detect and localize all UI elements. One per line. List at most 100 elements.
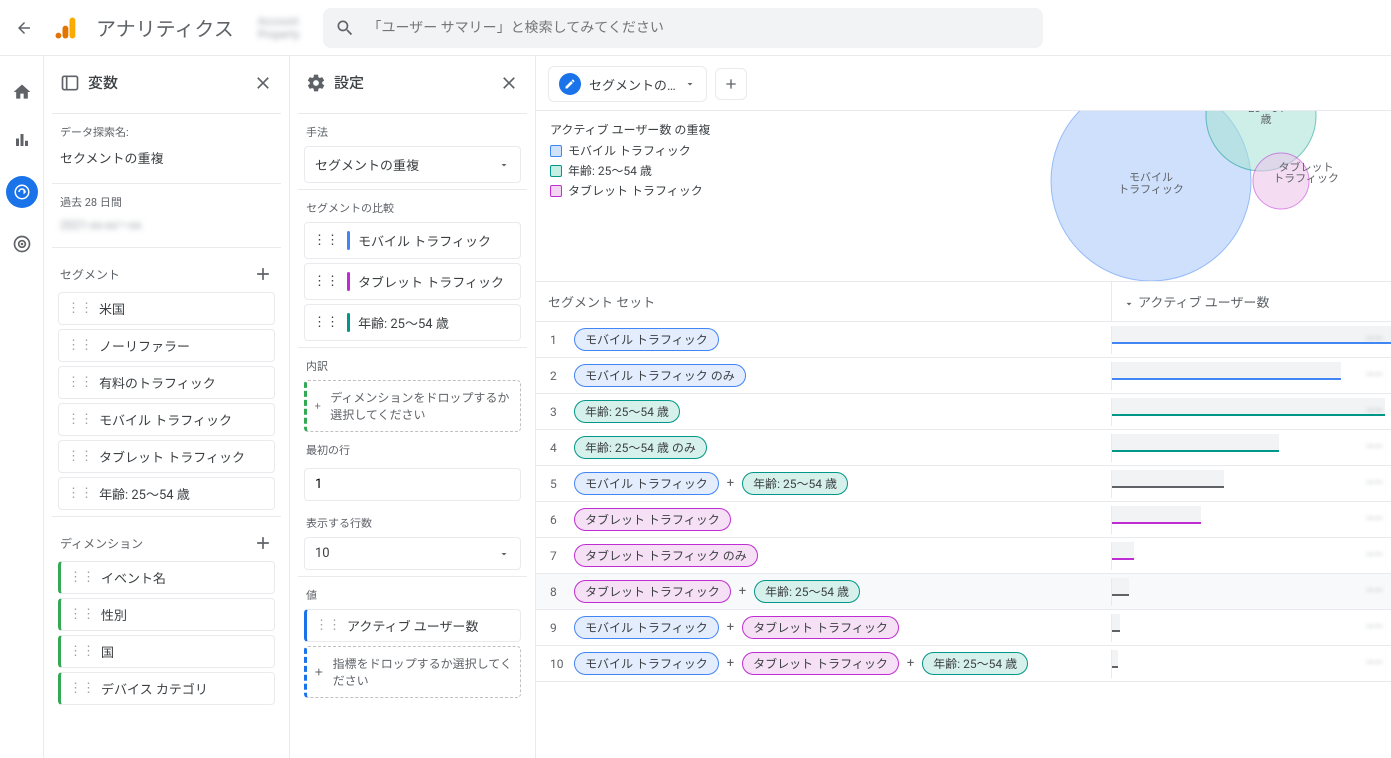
chip-label: デバイス カテゴリ	[101, 679, 208, 698]
chip-label: 米国	[99, 299, 125, 318]
chip-label: 国	[101, 642, 114, 661]
drag-handle-icon: ⋮⋮	[69, 681, 95, 696]
row-index: 2	[536, 361, 570, 391]
table-header-value[interactable]: アクティブ ユーザー数	[1111, 282, 1391, 321]
legend-item[interactable]: タブレット トラフィック	[550, 182, 710, 199]
table-row[interactable]: 2モバイル トラフィック のみ——	[536, 358, 1391, 394]
row-value-cell: ——	[1111, 614, 1391, 642]
metric-chip[interactable]: ⋮⋮ アクティブ ユーザー数	[304, 609, 521, 642]
row-set-cell: モバイル トラフィック のみ	[570, 358, 1111, 393]
dimension-chip[interactable]: ⋮⋮ デバイス カテゴリ	[58, 672, 275, 705]
product-name: アナリティクス	[96, 13, 234, 42]
variables-title: 変数	[88, 72, 118, 93]
segment-chip[interactable]: ⋮⋮有料のトラフィック	[58, 366, 275, 399]
explore-icon	[13, 183, 31, 201]
table-row[interactable]: 8タブレット トラフィック+年齢: 25～54 歳——	[536, 574, 1391, 610]
technique-select[interactable]: セグメントの重複	[304, 146, 521, 183]
row-value-cell: ——	[1111, 470, 1391, 498]
dimension-chip[interactable]: ⋮⋮性別	[58, 598, 275, 631]
dimension-chip[interactable]: ⋮⋮イベント名	[58, 561, 275, 594]
segment-chip[interactable]: ⋮⋮米国	[58, 292, 275, 325]
arrow-left-icon	[15, 19, 33, 37]
date-range-value: 2021-xx-xx〜xx	[52, 214, 281, 241]
table-row[interactable]: 6タブレット トラフィック——	[536, 502, 1391, 538]
row-set-cell: タブレット トラフィック+年齢: 25～54 歳	[570, 574, 1111, 609]
row-index: 4	[536, 433, 570, 463]
segment-pill: モバイル トラフィック のみ	[574, 364, 746, 387]
nav-advertise[interactable]	[10, 232, 34, 256]
table-row[interactable]: 3年齢: 25～54 歳——	[536, 394, 1391, 430]
edit-tab-icon	[559, 73, 581, 95]
analytics-logo-icon	[52, 14, 80, 42]
tab-bar: セグメントの…	[536, 56, 1391, 111]
compare-segment-chip[interactable]: ⋮⋮年齢: 25～54 歳	[304, 304, 521, 341]
segment-pill: モバイル トラフィック	[574, 616, 719, 639]
chart-legend: アクティブ ユーザー数 の重複 モバイル トラフィック年齢: 25～54 歳タブ…	[536, 111, 724, 281]
venn-diagram[interactable]: モバイルトラフィック 年齢:25～54歳 タブレットトラフィック	[1041, 111, 1361, 281]
firstrow-input[interactable]	[304, 468, 521, 501]
compare-segment-chip[interactable]: ⋮⋮モバイル トラフィック	[304, 222, 521, 259]
explore-name[interactable]: セクメントの重複	[52, 146, 281, 177]
row-value-cell: ——	[1111, 506, 1391, 534]
nav-reports[interactable]	[10, 128, 34, 152]
account-picker[interactable]: Account Property	[258, 15, 300, 41]
add-segment-button[interactable]	[253, 264, 273, 284]
segment-chip[interactable]: ⋮⋮年齢: 25～54 歳	[58, 477, 275, 510]
settings-panel: 設定 手法 セグメントの重複 セグメントの比較 ⋮⋮モバイル トラフィック⋮⋮タ…	[290, 56, 536, 758]
table-row[interactable]: 7タブレット トラフィック のみ——	[536, 538, 1391, 574]
date-range-label[interactable]: 過去 28 日間	[52, 190, 281, 214]
firstrow-label: 最初の行	[306, 442, 519, 458]
legend-item[interactable]: 年齢: 25～54 歳	[550, 162, 710, 179]
chip-label: イベント名	[101, 568, 166, 587]
drag-handle-icon: ⋮⋮	[67, 412, 93, 427]
chip-label: タブレット トラフィック	[358, 272, 504, 291]
chip-label: 年齢: 25～54 歳	[358, 313, 449, 332]
legend-label: モバイル トラフィック	[568, 142, 691, 159]
drag-handle-icon: ⋮⋮	[315, 618, 341, 633]
chevron-down-icon	[684, 78, 696, 90]
plus-separator: +	[725, 656, 736, 671]
segment-chip[interactable]: ⋮⋮ノーリファラー	[58, 329, 275, 362]
table-row[interactable]: 5モバイル トラフィック+年齢: 25～54 歳——	[536, 466, 1391, 502]
nav-home[interactable]	[10, 80, 34, 104]
main-canvas: セグメントの… アクティブ ユーザー数 の重複 モバイル トラフィック年齢: 2…	[536, 56, 1391, 758]
table-header-set[interactable]: セグメント セット	[536, 282, 1111, 321]
metric-dropzone[interactable]: 指標をドロップするか選択してください	[304, 646, 521, 698]
row-set-cell: モバイル トラフィック+年齢: 25～54 歳	[570, 466, 1111, 501]
segment-chip[interactable]: ⋮⋮モバイル トラフィック	[58, 403, 275, 436]
nav-explore[interactable]	[6, 176, 38, 208]
chip-label: タブレット トラフィック	[99, 447, 245, 466]
showrows-select[interactable]: 10	[304, 537, 521, 570]
table-row[interactable]: 1モバイル トラフィック——	[536, 322, 1391, 358]
add-tab-button[interactable]	[715, 68, 747, 100]
row-value-cell: ——	[1111, 398, 1391, 426]
technique-label: 手法	[306, 124, 519, 140]
row-set-cell: 年齢: 25～54 歳	[570, 394, 1111, 429]
close-settings-button[interactable]	[499, 73, 519, 93]
table-row[interactable]: 10モバイル トラフィック+タブレット トラフィック+年齢: 25～54 歳——	[536, 646, 1391, 682]
table-row[interactable]: 4年齢: 25～54 歳 のみ——	[536, 430, 1391, 466]
plus-separator: +	[725, 476, 736, 491]
add-dimension-button[interactable]	[253, 533, 273, 553]
bar-chart-icon	[13, 131, 31, 149]
search-bar[interactable]	[323, 8, 1043, 48]
search-input[interactable]	[367, 20, 1031, 36]
row-value-cell: ——	[1111, 578, 1391, 606]
legend-label: タブレット トラフィック	[568, 182, 703, 199]
settings-title: 設定	[334, 72, 364, 93]
explore-name-label: データ探索名:	[60, 124, 273, 140]
close-variables-button[interactable]	[253, 73, 273, 93]
segment-pill: 年齢: 25～54 歳	[574, 400, 680, 423]
row-index: 6	[536, 505, 570, 535]
legend-item[interactable]: モバイル トラフィック	[550, 142, 710, 159]
tab-segment-overlap[interactable]: セグメントの…	[548, 66, 707, 102]
segment-pill: タブレット トラフィック のみ	[574, 544, 758, 567]
back-button[interactable]	[12, 16, 36, 40]
breakdown-dropzone[interactable]: ディメンションをドロップするか選択してください	[304, 380, 521, 432]
dimension-chip[interactable]: ⋮⋮国	[58, 635, 275, 668]
results-table: セグメント セット アクティブ ユーザー数 1モバイル トラフィック——2モバイ…	[536, 281, 1391, 682]
table-row[interactable]: 9モバイル トラフィック+タブレット トラフィック——	[536, 610, 1391, 646]
segment-chip[interactable]: ⋮⋮タブレット トラフィック	[58, 440, 275, 473]
settings-icon	[306, 73, 326, 93]
compare-segment-chip[interactable]: ⋮⋮タブレット トラフィック	[304, 263, 521, 300]
